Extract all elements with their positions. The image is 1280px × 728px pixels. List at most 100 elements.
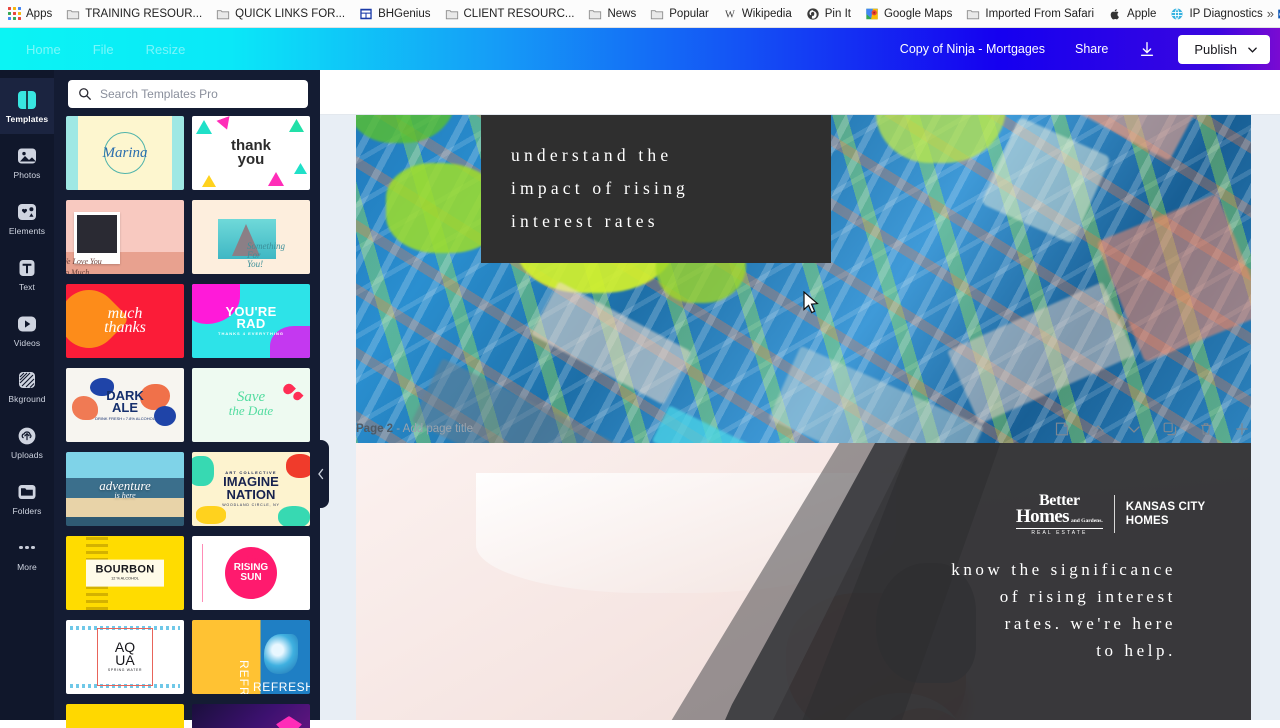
header-menu-resize[interactable]: Resize [130, 36, 202, 63]
bookmark-8[interactable]: Pin It [806, 7, 851, 21]
template-thumbnail[interactable]: Save the Date [192, 368, 310, 442]
page1-text-block[interactable]: understand the impact of rising interest… [481, 115, 831, 263]
plus-icon[interactable] [1234, 421, 1250, 437]
page-2-separator: - [393, 423, 403, 435]
bookmark-11[interactable]: Apple [1108, 7, 1156, 21]
download-icon[interactable] [1124, 36, 1170, 62]
sidebar-item-photos[interactable]: Photos [0, 134, 54, 190]
bookmark-6[interactable]: Popular [650, 7, 709, 21]
page-2-header-row: Page 2 - Add page title [320, 415, 1280, 443]
folder-icon [445, 9, 458, 19]
google-maps-icon [866, 8, 878, 19]
header-actions-group: Copy of Ninja - Mortgages Share Publish [886, 34, 1280, 64]
template-thumbnail[interactable]: YOU'RE RAD THANKS 4 EVERYTHING [192, 284, 310, 358]
sidebar-item-bkground[interactable]: Bkground [0, 358, 54, 414]
bookmark-7[interactable]: W Wikipedia [723, 7, 792, 21]
templates-icon [18, 90, 36, 109]
bookmark-label: Pin It [824, 7, 851, 20]
template-thumbnail[interactable]: much thanks [66, 284, 184, 358]
bookmark-label: News [607, 7, 637, 20]
left-sidebar-rail: Templates Photos Elements Text Videos Bkgroun… [0, 70, 54, 720]
sidebar-item-text[interactable]: Text [0, 246, 54, 302]
template-thumbnail[interactable]: RISINGSUNARTISAN CRAFT BEER [192, 536, 310, 610]
panel-collapse-button[interactable] [313, 440, 329, 508]
sidebar-item-label: Templates [5, 113, 49, 124]
template-thumbnail[interactable]: LONG NIGHTBREWERY [192, 704, 310, 728]
att-globe-icon [1171, 7, 1183, 20]
apps-grid-icon [8, 7, 21, 20]
sidebar-item-uploads[interactable]: Uploads [0, 414, 54, 470]
folder-icon [651, 9, 664, 19]
template-thumbnail[interactable]: REFRESH REFRESH [192, 620, 310, 694]
logo-real-estate-text: REAL ESTATE [1016, 527, 1103, 536]
text-icon [19, 259, 35, 276]
template-thumbnail[interactable]: adventure is here [66, 452, 184, 526]
header-menu-group: Home File Resize [0, 36, 201, 63]
office-line-1: KANSAS CITY [1125, 500, 1206, 513]
bookmark-label: Apple [1127, 7, 1157, 20]
sidebar-item-templates[interactable]: Templates [0, 78, 54, 134]
page2-text-block[interactable]: know the significance of rising interest… [951, 556, 1176, 664]
bookmark-2[interactable]: QUICK LINKS FOR... [216, 7, 345, 21]
bookmark-label: BHGenius [378, 7, 431, 20]
elements-icon [18, 203, 36, 220]
page-2-title-placeholder: Add page title [402, 423, 474, 435]
bookmark-label: CLIENT RESOURC... [463, 7, 575, 20]
template-thumbnail[interactable]: AQ UA SPRING WATER [66, 620, 184, 694]
template-thumbnail[interactable]: Marina [66, 116, 184, 190]
logo-divider [1113, 495, 1115, 534]
publish-button[interactable]: Publish [1178, 34, 1270, 64]
chevron-down-icon[interactable] [1126, 421, 1142, 437]
chevron-up-icon[interactable] [1090, 421, 1106, 437]
pinit-icon [807, 7, 819, 20]
design-page-2[interactable]: Better Homes and Gardens. REAL ESTATE KA… [356, 443, 1251, 720]
template-thumbnail[interactable]: CALI BREWERY [66, 704, 184, 728]
duplicate-icon[interactable] [1162, 421, 1178, 437]
template-thumbnail[interactable]: We Love YouSo Much [66, 200, 184, 274]
page-tools-group [1054, 421, 1250, 437]
bookmark-5[interactable]: News [588, 7, 636, 21]
sidebar-item-more[interactable]: More [0, 526, 54, 582]
bookmark-12[interactable]: IP Diagnostics [1170, 7, 1263, 21]
template-thumbnail[interactable]: thank you [192, 116, 310, 190]
page1-line-3: interest rates [511, 211, 659, 231]
sidebar-item-label: Bkground [8, 393, 46, 404]
logo-homes-text: Homes [1016, 506, 1070, 528]
bookmark-label: IP Diagnostics [1189, 7, 1263, 20]
search-input[interactable] [100, 87, 298, 101]
template-thumbnail[interactable]: BOURBON 12 % ALCOHOL [66, 536, 184, 610]
page2-line-2: of rising interest [999, 587, 1176, 606]
bookmark-0[interactable]: Apps [8, 7, 52, 20]
sidebar-item-videos[interactable]: Videos [0, 302, 54, 358]
template-thumbnail-text: Save the Date [228, 389, 274, 418]
bookmark-3[interactable]: BHGenius [359, 7, 431, 21]
bookmark-10[interactable]: Imported From Safari [966, 7, 1094, 21]
sidebar-item-label: Uploads [11, 449, 43, 460]
document-title[interactable]: Copy of Ninja - Mortgages [886, 36, 1059, 62]
svg-text:W: W [725, 9, 735, 20]
sidebar-item-label: Videos [13, 337, 41, 348]
notes-icon[interactable] [1054, 421, 1070, 437]
bookmark-1[interactable]: TRAINING RESOUR... [66, 7, 202, 21]
sidebar-item-folders[interactable]: Folders [0, 470, 54, 526]
search-box[interactable] [68, 80, 308, 108]
sidebar-item-elements[interactable]: Elements [0, 190, 54, 246]
bookmarks-overflow-button[interactable]: » [1267, 6, 1274, 21]
publish-label: Publish [1194, 41, 1237, 57]
page-2-title[interactable]: Page 2 - Add page title [356, 423, 473, 435]
sidebar-item-label: Folders [12, 505, 42, 516]
template-thumbnail[interactable]: Something For You! [192, 200, 310, 274]
bookmark-9[interactable]: Google Maps [865, 7, 952, 21]
share-button[interactable]: Share [1059, 36, 1124, 62]
canvas-scroll-region[interactable]: understand the impact of rising interest… [320, 115, 1280, 720]
header-menu-file[interactable]: File [77, 36, 130, 63]
bookmark-4[interactable]: CLIENT RESOURC... [445, 7, 575, 21]
video-play-icon [18, 316, 36, 331]
folder-icon [67, 9, 80, 19]
browser-bookmarks-bar: Apps TRAINING RESOUR... QUICK LINKS FOR...… [0, 0, 1280, 28]
header-menu-home[interactable]: Home [10, 36, 77, 63]
bookmark-label: Popular [669, 7, 709, 20]
template-thumbnail[interactable]: DARK ALE DRINK FRESH • 7.8% ALCOHOL [66, 368, 184, 442]
trash-icon[interactable] [1198, 421, 1214, 437]
template-thumbnail[interactable]: ART COLLECTIVE IMAGINE NATION WOODLAND CIRC… [192, 452, 310, 526]
